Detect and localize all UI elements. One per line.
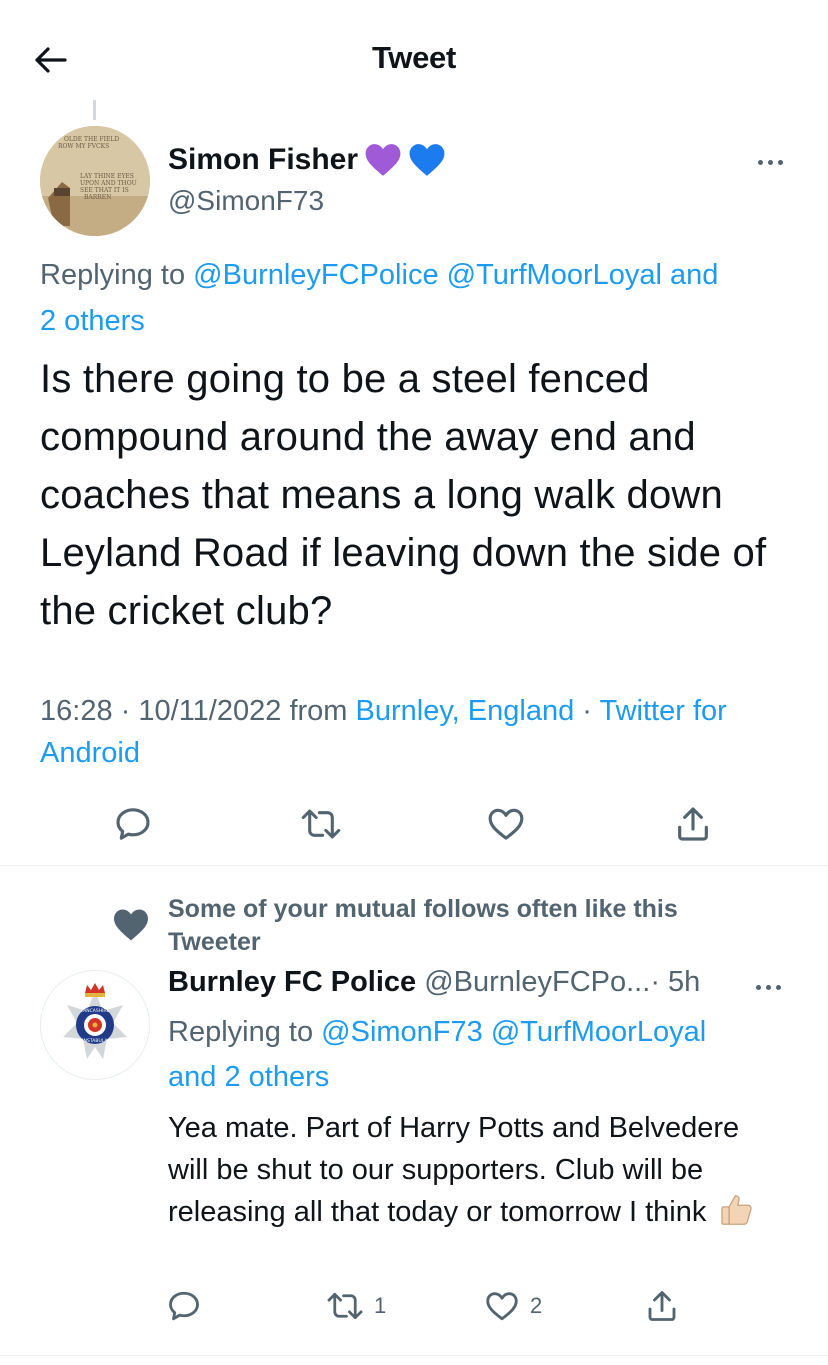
share-button[interactable] bbox=[673, 804, 713, 844]
like-count: 2 bbox=[530, 1293, 543, 1318]
avatar-text-4: UPON AND THOU bbox=[80, 180, 137, 187]
tweet-date[interactable]: 10/11/2022 bbox=[138, 695, 281, 727]
mention-link[interactable]: @SimonF73 bbox=[321, 1016, 483, 1048]
reply-button[interactable] bbox=[166, 1288, 202, 1324]
avatar-text-3: LAY THINE EYES bbox=[80, 173, 134, 180]
reply-icon bbox=[169, 1291, 199, 1321]
share-icon bbox=[678, 807, 708, 841]
blue-heart-icon bbox=[409, 144, 445, 176]
replying-and[interactable]: and bbox=[168, 1061, 216, 1093]
replying-to: Replying to @SimonF73 @TurfMoorLoyal and… bbox=[168, 1010, 768, 1100]
police-badge-icon: LANCASHIRE CONSTABULARY bbox=[41, 971, 149, 1079]
tweet-metadata: 16:28 · 10/11/2022 from Burnley, England… bbox=[40, 690, 800, 774]
mention-link[interactable]: @TurfMoorLoyal bbox=[491, 1016, 706, 1048]
retweet-button[interactable] bbox=[300, 804, 342, 844]
share-button[interactable] bbox=[644, 1288, 680, 1324]
reply-author-handle[interactable]: @BurnleyFCPo... bbox=[424, 966, 650, 998]
avatar-text-6: BARREN bbox=[84, 194, 111, 201]
author-name-text: Simon Fisher bbox=[168, 143, 359, 176]
reply-tweet-text: Yea mate. Part of Harry Potts and Belved… bbox=[168, 1108, 778, 1234]
retweet-icon bbox=[301, 809, 341, 839]
purple-heart-icon bbox=[365, 144, 401, 176]
avatar[interactable]: LANCASHIRE CONSTABULARY bbox=[40, 970, 150, 1080]
reply-icon bbox=[116, 808, 150, 840]
tweet-time[interactable]: 16:28 bbox=[40, 695, 113, 727]
replying-prefix: Replying to bbox=[40, 259, 186, 291]
heart-icon bbox=[486, 1292, 518, 1321]
author-name[interactable]: Simon Fisher bbox=[168, 142, 446, 178]
avatar[interactable]: OLDE THE FIELD ROW MY FVCKS LAY THINE EY… bbox=[40, 126, 150, 236]
more-options-icon[interactable] bbox=[750, 152, 790, 172]
meta-separator: · bbox=[120, 695, 131, 727]
author-handle[interactable]: @SimonF73 bbox=[168, 185, 324, 217]
from-label: from bbox=[289, 695, 348, 727]
share-icon bbox=[648, 1291, 676, 1321]
badge-text-bottom: CONSTABULARY bbox=[77, 1038, 113, 1044]
thread-connector bbox=[93, 100, 96, 120]
divider bbox=[0, 865, 828, 866]
replying-others-link[interactable]: 2 others bbox=[40, 305, 145, 337]
mention-link[interactable]: @TurfMoorLoyal bbox=[447, 259, 662, 291]
page-title: Tweet bbox=[371, 40, 457, 75]
reply-time[interactable]: 5h bbox=[668, 966, 700, 998]
heart-icon bbox=[488, 808, 524, 840]
badge-text-top: LANCASHIRE bbox=[81, 1008, 110, 1014]
retweet-count: 1 bbox=[374, 1293, 387, 1318]
meta-separator: · bbox=[650, 966, 660, 998]
mention-link[interactable]: @BurnleyFCPolice bbox=[193, 259, 438, 291]
top-bar: Tweet bbox=[0, 0, 828, 108]
replying-and[interactable]: and bbox=[670, 259, 718, 291]
location-link[interactable]: Burnley, England bbox=[356, 695, 575, 727]
replying-to: Replying to @BurnleyFCPolice @TurfMoorLo… bbox=[40, 252, 800, 344]
retweet-icon bbox=[327, 1292, 363, 1320]
replying-prefix: Replying to bbox=[168, 1016, 314, 1048]
avatar-text-5: SEE THAT IT IS bbox=[80, 187, 129, 194]
avatar-image: OLDE THE FIELD ROW MY FVCKS LAY THINE EY… bbox=[40, 126, 150, 236]
like-button[interactable] bbox=[486, 804, 526, 844]
divider bbox=[0, 1355, 828, 1356]
tweet-text: Is there going to be a steel fenced comp… bbox=[40, 357, 767, 633]
heart-filled-icon bbox=[114, 909, 148, 941]
replying-others-link[interactable]: 2 others bbox=[224, 1061, 329, 1093]
reply-author-line: Burnley FC Police @BurnleyFCPo...· 5h bbox=[168, 966, 768, 999]
avatar-text-1: OLDE THE FIELD bbox=[64, 136, 119, 143]
retweet-button[interactable]: 1 bbox=[326, 1288, 386, 1324]
social-context: Some of your mutual follows often like t… bbox=[168, 895, 678, 956]
avatar-text-2: ROW MY FVCKS bbox=[58, 143, 109, 150]
like-button[interactable]: 2 bbox=[484, 1288, 542, 1324]
reply-button[interactable] bbox=[113, 804, 153, 844]
meta-separator: · bbox=[582, 695, 592, 727]
reply-text-body: Yea mate. Part of Harry Potts and Belved… bbox=[168, 1112, 740, 1228]
thumbs-up-icon bbox=[721, 1195, 753, 1225]
reply-author-name[interactable]: Burnley FC Police bbox=[168, 966, 416, 998]
more-options-icon[interactable] bbox=[748, 977, 788, 997]
